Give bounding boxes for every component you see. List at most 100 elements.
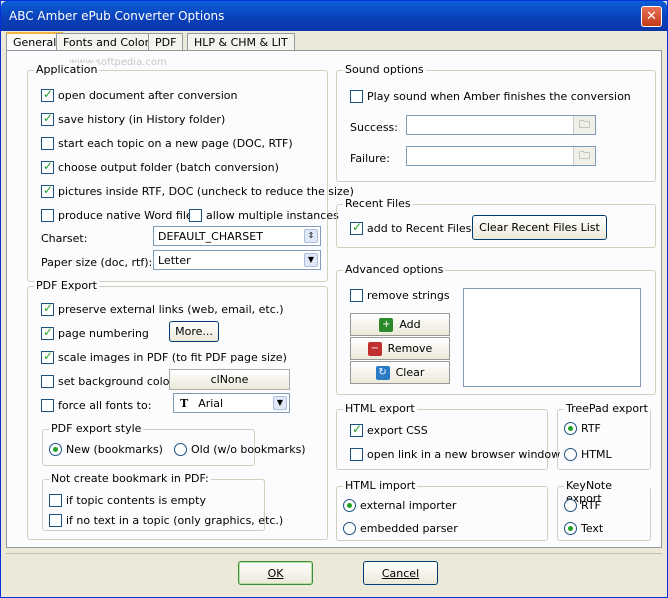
scale-images-checkbox[interactable] <box>41 349 54 364</box>
choose-folder-option[interactable]: choose output folder (batch conversion) <box>41 159 279 174</box>
style-old-label: Old (w/o bookmarks) <box>191 443 306 456</box>
tab-general[interactable]: General <box>6 32 64 52</box>
if-empty-option[interactable]: if topic contents is empty <box>49 494 206 507</box>
background-color-button[interactable]: clNone <box>169 369 290 390</box>
open-new-window-checkbox[interactable] <box>350 448 363 461</box>
add-recent-checkbox[interactable] <box>350 220 363 235</box>
style-new-option[interactable]: New (bookmarks) <box>49 443 163 456</box>
remove-strings-option[interactable]: remove strings <box>350 289 450 302</box>
recent-files-title: Recent Files <box>343 197 413 210</box>
choose-folder-checkbox[interactable] <box>41 159 54 174</box>
add-recent-label: add to Recent Files <box>367 222 472 235</box>
scale-images-option[interactable]: scale images in PDF (to fit PDF page siz… <box>41 349 287 364</box>
pdf-export-group: PDF Export preserve external links (web,… <box>27 279 328 540</box>
ok-button[interactable]: OK <box>238 561 313 585</box>
keynote-rtf-option[interactable]: RTF <box>564 499 601 512</box>
set-background-checkbox[interactable] <box>41 375 54 388</box>
remove-strings-checkbox[interactable] <box>350 289 363 302</box>
if-empty-checkbox[interactable] <box>49 494 62 507</box>
embedded-parser-option[interactable]: embedded parser <box>343 522 458 535</box>
more-button[interactable]: More... <box>169 321 219 342</box>
paper-size-value: Letter <box>158 253 191 267</box>
force-fonts-checkbox[interactable] <box>41 399 54 412</box>
strings-list[interactable] <box>463 288 641 387</box>
preserve-links-option[interactable]: preserve external links (web, email, etc… <box>41 301 284 316</box>
add-string-button[interactable]: + Add <box>350 313 450 336</box>
play-sound-label: Play sound when Amber finishes the conve… <box>367 90 631 103</box>
native-word-checkbox[interactable] <box>41 209 54 222</box>
treepad-export-title: TreePad export <box>564 402 650 415</box>
paper-size-select[interactable]: Letter ▼ <box>153 250 321 270</box>
pictures-checkbox[interactable] <box>41 183 54 198</box>
folder-icon[interactable]: 🗀 <box>573 147 595 165</box>
remove-strings-label: remove strings <box>367 289 450 302</box>
multi-instances-option[interactable]: allow multiple instances <box>189 209 339 222</box>
set-background-option[interactable]: set background color <box>41 375 174 388</box>
title-bar[interactable]: ABC Amber ePub Converter Options ✕ <box>1 1 667 31</box>
embedded-parser-radio[interactable] <box>343 522 356 535</box>
preserve-links-checkbox[interactable] <box>41 301 54 316</box>
font-select[interactable]: T Arial ▼ <box>173 393 290 413</box>
close-button[interactable]: ✕ <box>641 6 662 27</box>
chevron-down-icon: ▼ <box>304 253 318 267</box>
force-fonts-option[interactable]: force all fonts to: <box>41 399 151 412</box>
remove-string-button[interactable]: − Remove <box>350 337 450 360</box>
success-sound-field[interactable]: 🗀 <box>406 115 596 135</box>
clear-strings-button[interactable]: ↻ Clear <box>350 361 450 384</box>
open-new-window-option[interactable]: open link in a new browser window <box>350 448 560 461</box>
treepad-rtf-option[interactable]: RTF <box>564 422 601 435</box>
open-doc-checkbox[interactable] <box>41 87 54 102</box>
tab-hlp-chm-lit[interactable]: HLP & CHM & LIT <box>187 33 295 51</box>
keynote-rtf-label: RTF <box>581 499 601 512</box>
save-history-checkbox[interactable] <box>41 111 54 126</box>
if-no-text-checkbox[interactable] <box>49 514 62 527</box>
play-sound-option[interactable]: Play sound when Amber finishes the conve… <box>350 90 631 103</box>
keynote-rtf-radio[interactable] <box>564 499 577 512</box>
folder-icon[interactable]: 🗀 <box>573 116 595 134</box>
no-bookmark-group: Not create bookmark in PDF: if topic con… <box>42 472 283 531</box>
save-history-label: save history (in History folder) <box>58 113 226 126</box>
keynote-text-radio[interactable] <box>564 522 577 535</box>
page-numbering-label: page numbering <box>58 327 149 340</box>
treepad-html-option[interactable]: HTML <box>564 448 612 461</box>
add-icon: + <box>379 317 394 332</box>
export-css-checkbox[interactable] <box>350 422 363 437</box>
native-word-option[interactable]: produce native Word file <box>41 209 193 222</box>
page-numbering-option[interactable]: page numbering <box>41 325 149 340</box>
export-css-option[interactable]: export CSS <box>350 422 428 437</box>
treepad-export-group: TreePad export RTF HTML <box>557 402 651 470</box>
add-recent-option[interactable]: add to Recent Files <box>350 220 472 235</box>
tab-pdf[interactable]: PDF <box>148 33 184 51</box>
font-value: Arial <box>198 396 224 410</box>
pictures-option[interactable]: pictures inside RTF, DOC (uncheck to red… <box>41 183 354 198</box>
keynote-text-option[interactable]: Text <box>564 522 603 535</box>
page-numbering-checkbox[interactable] <box>41 325 54 340</box>
play-sound-checkbox[interactable] <box>350 90 363 103</box>
new-page-option[interactable]: start each topic on a new page (DOC, RTF… <box>41 137 293 150</box>
html-import-group: HTML import external importer embedded p… <box>336 479 548 541</box>
keynote-text-label: Text <box>581 522 604 535</box>
open-doc-label: open document after conversion <box>58 89 238 102</box>
multi-instances-checkbox[interactable] <box>189 209 202 222</box>
tab-fonts-colors[interactable]: Fonts and Colors <box>56 33 162 51</box>
external-importer-option[interactable]: external importer <box>343 499 456 512</box>
external-importer-radio[interactable] <box>343 499 356 512</box>
save-history-option[interactable]: save history (in History folder) <box>41 111 226 126</box>
force-fonts-label: force all fonts to: <box>58 399 152 412</box>
clear-recent-button[interactable]: Clear Recent Files List <box>472 215 607 240</box>
new-page-checkbox[interactable] <box>41 137 54 150</box>
application-group-title: Application <box>34 63 100 76</box>
charset-select[interactable]: DEFAULT_CHARSET ⇕ <box>153 226 321 246</box>
style-old-option[interactable]: Old (w/o bookmarks) <box>174 443 306 456</box>
new-page-label: start each topic on a new page (DOC, RTF… <box>58 137 293 150</box>
treepad-html-radio[interactable] <box>564 448 577 461</box>
style-old-radio[interactable] <box>174 443 187 456</box>
cancel-button[interactable]: Cancel <box>363 561 438 585</box>
treepad-rtf-radio[interactable] <box>564 422 577 435</box>
chevron-down-icon: ▼ <box>273 396 287 410</box>
if-no-text-option[interactable]: if no text in a topic (only graphics, et… <box>49 514 283 527</box>
style-new-radio[interactable] <box>49 443 62 456</box>
failure-sound-field[interactable]: 🗀 <box>406 146 596 166</box>
open-doc-option[interactable]: open document after conversion <box>41 87 238 102</box>
general-panel: www.softpedia.com Application open docum… <box>6 50 662 548</box>
